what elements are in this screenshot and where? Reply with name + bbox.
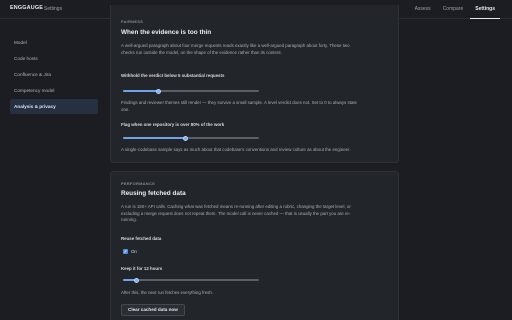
slider-thumb[interactable] — [134, 277, 140, 283]
performance-title: Reusing fetched data — [121, 190, 186, 197]
fairness-description: A well-argued paragraph about four merge… — [121, 43, 350, 55]
sidebar-item-analysis-privacy[interactable]: Analysis & privacy — [10, 99, 98, 114]
reuse-checkbox[interactable]: ✓ — [123, 249, 128, 254]
performance-card: PERFORMANCE Reusing fetched data A run i… — [110, 171, 399, 320]
reuse-option-label[interactable]: On — [131, 249, 137, 254]
keep-slider[interactable] — [123, 277, 259, 283]
withhold-label: Withhold the verdict below 5 substantial… — [121, 73, 225, 78]
settings-sidebar: Model Code hosts Confluence & Jira Compe… — [10, 35, 98, 115]
top-nav: Assess Compare Settings — [408, 0, 500, 19]
clear-cache-button[interactable]: Clear cached data now — [121, 304, 185, 316]
keep-label: Keep it for 12 hours — [121, 266, 163, 271]
nav-assess[interactable]: Assess — [410, 0, 436, 19]
sidebar-item-code-hosts[interactable]: Code hosts — [10, 51, 98, 66]
slider-fill — [123, 137, 186, 139]
sidebar-item-model[interactable]: Model — [10, 35, 98, 50]
nav-settings[interactable]: Settings — [470, 0, 500, 19]
fairness-title: When the evidence is too thin — [121, 29, 212, 36]
flag-help: A single-codebase sample says as much ab… — [121, 147, 351, 152]
sidebar-item-competency-model[interactable]: Competency model — [10, 83, 98, 98]
slider-track — [123, 279, 259, 281]
brand-logo[interactable]: ENGGAUGE — [10, 5, 43, 11]
fairness-card: FAIRNESS When the evidence is too thin A… — [110, 5, 399, 163]
withhold-help: Findings and reviewer themes still rende… — [121, 100, 357, 112]
performance-eyebrow: PERFORMANCE — [121, 182, 156, 186]
slider-thumb[interactable] — [183, 135, 189, 141]
flag-label: Flag when one repository is over 80% of … — [121, 122, 225, 127]
brand-section-label: Settings — [44, 5, 63, 12]
nav-compare[interactable]: Compare — [438, 0, 469, 19]
performance-description: A run is 150+ API calls. Caching what wa… — [121, 204, 351, 223]
slider-thumb[interactable] — [155, 88, 161, 94]
withhold-slider[interactable] — [123, 88, 259, 94]
flag-slider[interactable] — [123, 135, 259, 141]
reuse-label: Reuse fetched data — [121, 236, 162, 241]
slider-fill — [123, 90, 159, 92]
reuse-toggle-row[interactable]: ✓ On — [123, 249, 137, 254]
sidebar-item-confluence-jira[interactable]: Confluence & Jira — [10, 67, 98, 82]
fairness-eyebrow: FAIRNESS — [121, 20, 144, 24]
keep-help: After this, the next run fetches everyth… — [121, 290, 214, 295]
